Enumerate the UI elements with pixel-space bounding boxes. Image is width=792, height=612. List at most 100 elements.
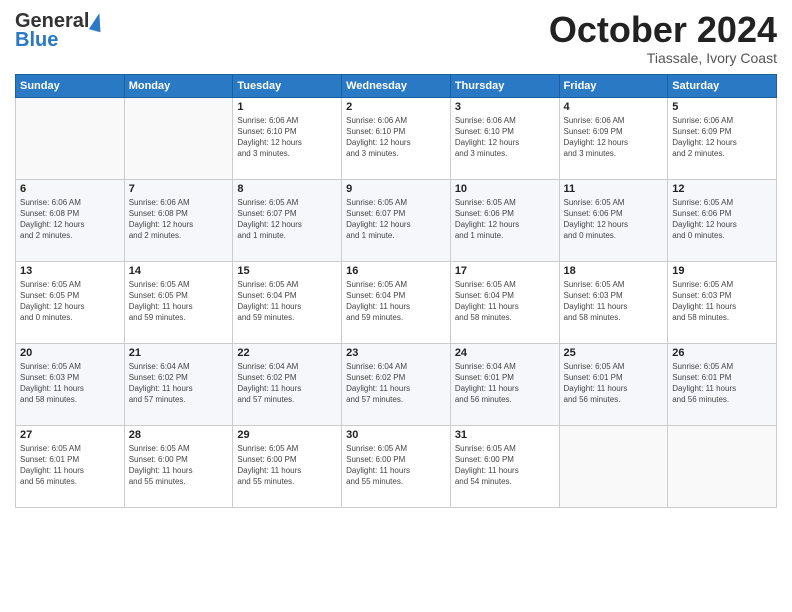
- calendar-cell: 7Sunrise: 6:06 AM Sunset: 6:08 PM Daylig…: [124, 179, 233, 261]
- day-number: 23: [346, 347, 446, 359]
- logo-blue-arrow: [89, 11, 105, 31]
- day-header-thursday: Thursday: [450, 74, 559, 97]
- calendar-cell: 6 Sunrise: 6:06 AM Sunset: 6:08 PM Daylig…: [16, 179, 125, 261]
- day-number: 15: [237, 265, 337, 277]
- calendar-cell: 31 Sunrise: 6:05 AM Sunset: 6:00 PM Dayli…: [450, 425, 559, 507]
- calendar-week-row: 27Sunrise: 6:05 AM Sunset: 6:01 PM Dayli…: [16, 425, 777, 507]
- calendar-cell: 25 Sunrise: 6:05 AM Sunset: 6:01 PM Dayli…: [559, 343, 668, 425]
- day-info: Sunrise: 6:06 AM Sunset: 6:10 PM Dayligh…: [346, 115, 446, 160]
- day-header-sunday: Sunday: [16, 74, 125, 97]
- day-number: 16: [346, 265, 446, 277]
- day-info: Sunrise: 6:05 AM Sunset: 6:06 PM Dayligh…: [564, 197, 664, 242]
- day-number: 26: [672, 347, 772, 359]
- day-number: 4: [564, 101, 664, 113]
- day-info: Sunrise: 6:05 AM Sunset: 6:04 PM Dayligh…: [346, 279, 446, 324]
- calendar-week-row: 13 Sunrise: 6:05 AM Sunset: 6:05 PM Dayli…: [16, 261, 777, 343]
- day-info: Sunrise: 6:06 AM Sunset: 6:10 PM Dayligh…: [455, 115, 555, 160]
- day-number: 24: [455, 347, 555, 359]
- calendar-cell: 10 Sunrise: 6:05 AM Sunset: 6:06 PM Dayli…: [450, 179, 559, 261]
- day-number: 12: [672, 183, 772, 195]
- day-number: 22: [237, 347, 337, 359]
- day-number: 3: [455, 101, 555, 113]
- day-info: Sunrise: 6:05 AM Sunset: 6:00 PM Dayligh…: [455, 443, 555, 488]
- day-info: Sunrise: 6:04 AM Sunset: 6:02 PM Dayligh…: [129, 361, 229, 406]
- day-number: 31: [455, 429, 555, 441]
- header: General Blue October 2024 Tiassale, Ivor…: [15, 10, 777, 66]
- day-number: 18: [564, 265, 664, 277]
- calendar-cell: 1Sunrise: 6:06 AM Sunset: 6:10 PM Daylig…: [233, 97, 342, 179]
- calendar-cell: 5 Sunrise: 6:06 AM Sunset: 6:09 PM Daylig…: [668, 97, 777, 179]
- calendar-cell: [559, 425, 668, 507]
- calendar-cell: 29 Sunrise: 6:05 AM Sunset: 6:00 PM Dayli…: [233, 425, 342, 507]
- day-info: Sunrise: 6:05 AM Sunset: 6:06 PM Dayligh…: [672, 197, 772, 242]
- day-number: 14: [129, 265, 229, 277]
- calendar-cell: 11 Sunrise: 6:05 AM Sunset: 6:06 PM Dayli…: [559, 179, 668, 261]
- calendar-cell: 4 Sunrise: 6:06 AM Sunset: 6:09 PM Daylig…: [559, 97, 668, 179]
- day-info: Sunrise: 6:04 AM Sunset: 6:02 PM Dayligh…: [346, 361, 446, 406]
- calendar-week-row: 6 Sunrise: 6:06 AM Sunset: 6:08 PM Daylig…: [16, 179, 777, 261]
- day-number: 6: [20, 183, 120, 195]
- day-info: Sunrise: 6:05 AM Sunset: 6:00 PM Dayligh…: [129, 443, 229, 488]
- day-number: 5: [672, 101, 772, 113]
- calendar-week-row: 20 Sunrise: 6:05 AM Sunset: 6:03 PM Dayli…: [16, 343, 777, 425]
- calendar-cell: [124, 97, 233, 179]
- day-number: 28: [129, 429, 229, 441]
- calendar-cell: 24 Sunrise: 6:04 AM Sunset: 6:01 PM Dayli…: [450, 343, 559, 425]
- calendar-cell: [16, 97, 125, 179]
- calendar-cell: [668, 425, 777, 507]
- day-info: Sunrise: 6:04 AM Sunset: 6:02 PM Dayligh…: [237, 361, 337, 406]
- day-header-saturday: Saturday: [668, 74, 777, 97]
- title-block: October 2024 Tiassale, Ivory Coast: [549, 10, 777, 66]
- day-info: Sunrise: 6:05 AM Sunset: 6:03 PM Dayligh…: [20, 361, 120, 406]
- calendar-cell: 17Sunrise: 6:05 AM Sunset: 6:04 PM Dayli…: [450, 261, 559, 343]
- calendar-cell: 19Sunrise: 6:05 AM Sunset: 6:03 PM Dayli…: [668, 261, 777, 343]
- day-info: Sunrise: 6:05 AM Sunset: 6:00 PM Dayligh…: [346, 443, 446, 488]
- day-number: 8: [237, 183, 337, 195]
- calendar-header-row: SundayMondayTuesdayWednesdayThursdayFrid…: [16, 74, 777, 97]
- calendar-cell: 27Sunrise: 6:05 AM Sunset: 6:01 PM Dayli…: [16, 425, 125, 507]
- page: General Blue October 2024 Tiassale, Ivor…: [0, 0, 792, 612]
- calendar-cell: 14 Sunrise: 6:05 AM Sunset: 6:05 PM Dayli…: [124, 261, 233, 343]
- calendar-cell: 21 Sunrise: 6:04 AM Sunset: 6:02 PM Dayli…: [124, 343, 233, 425]
- day-info: Sunrise: 6:06 AM Sunset: 6:09 PM Dayligh…: [564, 115, 664, 160]
- day-number: 11: [564, 183, 664, 195]
- day-number: 10: [455, 183, 555, 195]
- calendar-cell: 30Sunrise: 6:05 AM Sunset: 6:00 PM Dayli…: [342, 425, 451, 507]
- day-number: 29: [237, 429, 337, 441]
- day-info: Sunrise: 6:05 AM Sunset: 6:07 PM Dayligh…: [346, 197, 446, 242]
- day-info: Sunrise: 6:05 AM Sunset: 6:01 PM Dayligh…: [564, 361, 664, 406]
- calendar-cell: 23 Sunrise: 6:04 AM Sunset: 6:02 PM Dayli…: [342, 343, 451, 425]
- calendar-cell: 3 Sunrise: 6:06 AM Sunset: 6:10 PM Daylig…: [450, 97, 559, 179]
- day-info: Sunrise: 6:05 AM Sunset: 6:04 PM Dayligh…: [237, 279, 337, 324]
- day-info: Sunrise: 6:06 AM Sunset: 6:08 PM Dayligh…: [129, 197, 229, 242]
- calendar-cell: 16 Sunrise: 6:05 AM Sunset: 6:04 PM Dayli…: [342, 261, 451, 343]
- day-number: 25: [564, 347, 664, 359]
- day-info: Sunrise: 6:05 AM Sunset: 6:03 PM Dayligh…: [564, 279, 664, 324]
- calendar-cell: 26Sunrise: 6:05 AM Sunset: 6:01 PM Dayli…: [668, 343, 777, 425]
- logo-blue: Blue: [15, 29, 58, 52]
- calendar-cell: 8 Sunrise: 6:05 AM Sunset: 6:07 PM Daylig…: [233, 179, 342, 261]
- calendar-table: SundayMondayTuesdayWednesdayThursdayFrid…: [15, 74, 777, 508]
- day-number: 13: [20, 265, 120, 277]
- day-info: Sunrise: 6:06 AM Sunset: 6:08 PM Dayligh…: [20, 197, 120, 242]
- day-info: Sunrise: 6:05 AM Sunset: 6:07 PM Dayligh…: [237, 197, 337, 242]
- day-info: Sunrise: 6:05 AM Sunset: 6:00 PM Dayligh…: [237, 443, 337, 488]
- day-info: Sunrise: 6:05 AM Sunset: 6:05 PM Dayligh…: [129, 279, 229, 324]
- day-number: 21: [129, 347, 229, 359]
- logo: General Blue: [15, 10, 104, 52]
- day-number: 20: [20, 347, 120, 359]
- calendar-cell: 20 Sunrise: 6:05 AM Sunset: 6:03 PM Dayli…: [16, 343, 125, 425]
- calendar-cell: 13Sunrise: 6:05 AM Sunset: 6:05 PM Dayli…: [16, 261, 125, 343]
- calendar-cell: 28 Sunrise: 6:05 AM Sunset: 6:00 PM Dayli…: [124, 425, 233, 507]
- day-info: Sunrise: 6:06 AM Sunset: 6:10 PM Dayligh…: [237, 115, 337, 160]
- day-info: Sunrise: 6:05 AM Sunset: 6:04 PM Dayligh…: [455, 279, 555, 324]
- day-header-monday: Monday: [124, 74, 233, 97]
- calendar-cell: 22 Sunrise: 6:04 AM Sunset: 6:02 PM Dayli…: [233, 343, 342, 425]
- day-info: Sunrise: 6:05 AM Sunset: 6:06 PM Dayligh…: [455, 197, 555, 242]
- day-header-wednesday: Wednesday: [342, 74, 451, 97]
- calendar-cell: 12 Sunrise: 6:05 AM Sunset: 6:06 PM Dayli…: [668, 179, 777, 261]
- day-info: Sunrise: 6:06 AM Sunset: 6:09 PM Dayligh…: [672, 115, 772, 160]
- day-number: 27: [20, 429, 120, 441]
- day-header-friday: Friday: [559, 74, 668, 97]
- day-info: Sunrise: 6:04 AM Sunset: 6:01 PM Dayligh…: [455, 361, 555, 406]
